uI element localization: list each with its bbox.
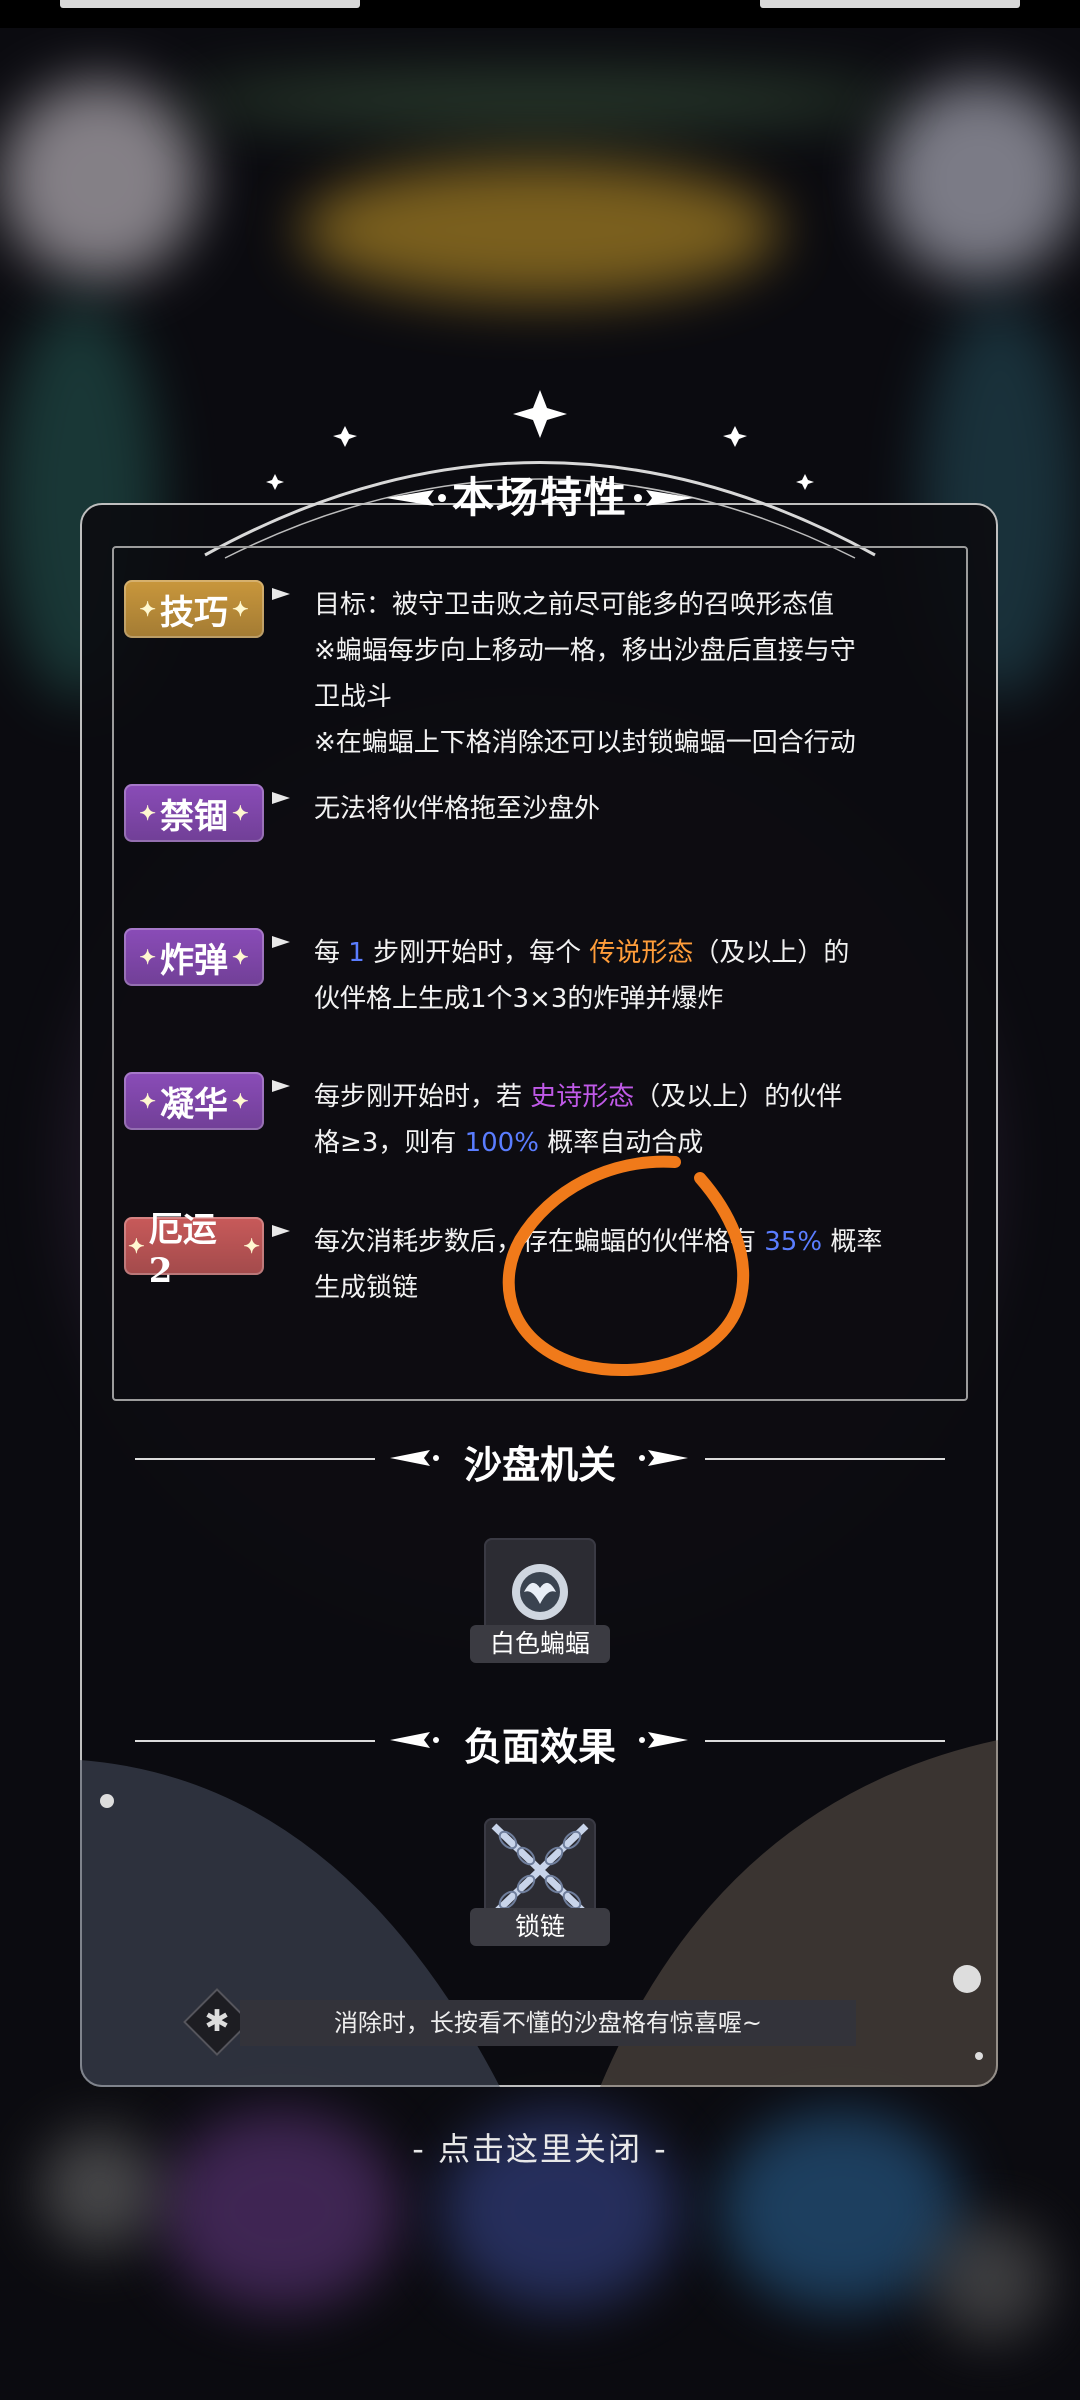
- chain-icon: [491, 1823, 589, 1917]
- trait-description: 无法将伙伴格拖至沙盘外: [314, 786, 954, 832]
- sparkle-icon: ✦: [139, 801, 156, 825]
- chain-tile[interactable]: [484, 1818, 596, 1922]
- trait-badge-label: 厄运2: [148, 1209, 217, 1291]
- mechanism-right-arrow-icon: [639, 1450, 688, 1466]
- flag-icon: [272, 792, 290, 804]
- trait-description-line: 卫战斗: [314, 674, 954, 720]
- highlight-text: 传说形态: [589, 938, 694, 968]
- sparkle-icon: ✦: [232, 597, 249, 621]
- highlight-text: 1: [348, 938, 365, 968]
- trait-badge-label: 禁锢: [160, 796, 228, 837]
- trait-description-line: 伙伴格上生成1个3×3的炸弹并爆炸: [314, 976, 954, 1022]
- decor-dot: [975, 2052, 983, 2060]
- text-segment: ※蝙蝠每步向上移动一格，移出沙盘后直接与守: [314, 636, 856, 666]
- text-segment: 卫战斗: [314, 682, 393, 712]
- close-dialog-link[interactable]: - 点击这里关闭 -: [0, 2124, 1080, 2170]
- trait-description-line: 目标：被守卫击败之前尽可能多的召唤形态值: [314, 582, 954, 628]
- white-bat-label: 白色蝙蝠: [470, 1625, 610, 1663]
- sparkle-icon: ✦: [128, 1234, 145, 1258]
- trait-badge[interactable]: ✦ 厄运2 ✦: [124, 1210, 264, 1291]
- chain-label: 锁链: [470, 1908, 610, 1946]
- orange-circle-annotation: [502, 1155, 750, 1377]
- decor-dot: [100, 1794, 114, 1808]
- trait-badge-label: 技巧: [160, 592, 228, 633]
- tip-text: 消除时，长按看不懂的沙盘格有惊喜喔~: [240, 2000, 856, 2046]
- trait-badge-label: 炸弹: [160, 940, 228, 981]
- sparkle-icon: ✦: [232, 801, 249, 825]
- text-segment: 格≥3，则有: [314, 1128, 465, 1158]
- text-segment: 无法将伙伴格拖至沙盘外: [314, 794, 601, 824]
- text-segment: 每步刚开始时，若: [314, 1082, 531, 1112]
- text-segment: （及以上）的伙伴: [634, 1082, 843, 1112]
- sparkle-icon: ✦: [139, 945, 156, 969]
- flag-icon: [272, 588, 290, 600]
- sparkle-icon: ✦: [243, 1234, 260, 1258]
- text-segment: 伙伴格上生成1个3×3的炸弹并爆炸: [314, 984, 724, 1014]
- sparkle-icon: ✦: [232, 1089, 249, 1113]
- sparkle-icon: ✦: [139, 1089, 156, 1113]
- sparkle-icon: ✦: [139, 597, 156, 621]
- text-segment: （及以上）的: [693, 938, 850, 968]
- trait-badge[interactable]: ✦ 炸弹 ✦: [124, 928, 264, 986]
- text-segment: 目标：被守卫击败之前尽可能多的召唤形态值: [314, 590, 835, 620]
- highlight-text: 史诗形态: [530, 1082, 635, 1112]
- highlight-text: 35%: [764, 1227, 823, 1257]
- text-segment: 步刚开始时，每个: [364, 938, 590, 968]
- dialog-title: 本场特性: [451, 473, 628, 522]
- text-segment: 每: [314, 938, 349, 968]
- trait-badge[interactable]: ✦ 禁锢 ✦: [124, 784, 264, 842]
- flag-icon: [272, 1225, 290, 1237]
- trait-badge[interactable]: ✦ 技巧 ✦: [124, 580, 264, 638]
- trait-badge-label: 凝华: [160, 1084, 228, 1125]
- trait-description-line: 每步刚开始时，若 史诗形态（及以上）的伙伴: [314, 1074, 954, 1120]
- trait-description-line: ※蝙蝠每步向上移动一格，移出沙盘后直接与守: [314, 628, 954, 674]
- negative-right-arrow-icon: [639, 1732, 688, 1748]
- trait-description-line: 无法将伙伴格拖至沙盘外: [314, 786, 954, 832]
- negative-section-title: 负面效果: [463, 1724, 616, 1769]
- sparkle-icon: ✦: [232, 945, 249, 969]
- flag-icon: [272, 936, 290, 948]
- mechanism-section-title: 沙盘机关: [463, 1442, 616, 1487]
- trait-description: 目标：被守卫击败之前尽可能多的召唤形态值 ※蝙蝠每步向上移动一格，移出沙盘后直接与…: [314, 582, 954, 766]
- status-bar: [0, 0, 1080, 28]
- decor-dot: [953, 1965, 981, 1993]
- divider-right: [705, 1740, 945, 1742]
- trait-description: 每 1 步刚开始时，每个 传说形态（及以上）的伙伴格上生成1个3×3的炸弹并爆炸: [314, 930, 954, 1022]
- trait-description-line: 每 1 步刚开始时，每个 传说形态（及以上）的: [314, 930, 954, 976]
- title-right-arrow-icon: [634, 490, 694, 506]
- text-segment: 生成锁链: [314, 1273, 419, 1303]
- text-segment: 概率: [822, 1227, 883, 1257]
- trait-description-line: ※在蝙蝠上下格消除还可以封锁蝙蝠一回合行动: [314, 720, 954, 766]
- divider-right: [705, 1458, 945, 1460]
- trait-badge[interactable]: ✦ 凝华 ✦: [124, 1072, 264, 1130]
- flag-icon: [272, 1080, 290, 1092]
- text-segment: ※在蝙蝠上下格消除还可以封锁蝙蝠一回合行动: [314, 728, 856, 758]
